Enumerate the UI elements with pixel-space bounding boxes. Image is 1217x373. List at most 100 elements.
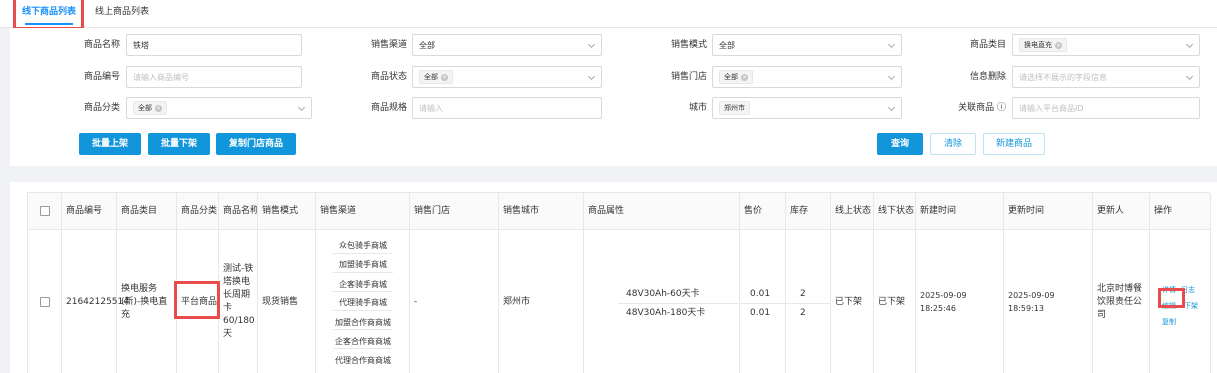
category-tag-label: 换电直充 [1024,41,1052,49]
channel-item: 企客合作商商城 [335,337,391,346]
label-product-code: 商品编号 [83,72,120,82]
chevron-down-icon [887,40,896,49]
attr-item: 48V30Ah-180天卡 [626,308,706,318]
header-classify: 商品分类 [177,193,219,230]
label-sales-store: 销售门店 [670,72,707,82]
sales-mode-value: 全部 [719,40,735,50]
product-classify-select[interactable]: 全部 × [126,97,312,119]
chevron-down-icon [887,103,896,112]
header-mode: 销售模式 [258,193,316,230]
copy-store-products-button[interactable]: 复制门店商品 [216,133,296,155]
cell-price: 0.01 0.01 [740,230,786,373]
cell-store: - [410,230,499,373]
tag-remove-icon[interactable]: × [155,104,162,112]
off-shelf-link[interactable]: 下架 [1184,300,1198,313]
sales-channel-value: 全部 [419,40,435,50]
attr-item: 48V30Ah-60天卡 [626,289,700,299]
price-item: 0.01 [750,289,771,299]
channel-item: 代理骑手商城 [339,298,387,307]
sales-channel-select[interactable]: 全部 [412,34,602,56]
query-button[interactable]: 查询 [877,133,923,155]
copy-link[interactable]: 复制 [1162,316,1176,329]
store-tag: 全部 × [719,70,753,84]
cell-stock: 2 2 [786,230,831,373]
highlight-box-classify [174,281,220,319]
channel-item: 代理合作商商城 [335,356,391,365]
cell-category: 换电服务(新)-换电直充 [117,230,177,373]
chevron-down-icon [587,40,596,49]
chevron-down-icon [1185,40,1194,49]
tab-online-products[interactable]: 线上商品列表 [95,4,149,26]
category-select[interactable]: 换电直充 × [1012,34,1200,56]
product-name-input[interactable]: 铁塔 [126,34,302,56]
info-delete-placeholder: 请选择不展示的字段信息 [1019,72,1107,82]
product-spec-input[interactable]: 请输入 [412,97,602,119]
cell-updated: 2025-09-09 18:59:13 [1004,230,1093,373]
tag-remove-icon[interactable]: × [1055,41,1062,49]
tag-remove-icon[interactable]: × [441,73,448,81]
info-delete-select[interactable]: 请选择不展示的字段信息 [1012,66,1200,88]
header-price: 售价 [740,193,786,230]
channel-divider [333,253,393,254]
sales-mode-select[interactable]: 全部 [712,34,902,56]
city-tag: 郑州市 [719,101,750,115]
channel-item: 众包骑手商城 [339,241,387,250]
product-table-panel: 商品编号 商品类目 商品分类 商品名称 销售模式 销售渠道 销售门店 销售城市 … [10,182,1217,373]
store-tag-label: 全部 [724,73,738,81]
header-updated: 更新时间 [1004,193,1093,230]
batch-on-shelf-button[interactable]: 批量上架 [79,133,141,155]
stock-item: 2 [800,289,806,299]
channel-item: 加盟骑手商城 [339,260,387,269]
attr-divider [618,303,738,304]
label-product-status: 商品状态 [370,72,407,82]
header-code: 商品编号 [62,193,117,230]
channel-item: 企客骑手商城 [339,280,387,289]
cell-updater: 北京时博餐饮限责任公司 [1093,230,1150,373]
classify-tag-label: 全部 [138,104,152,112]
related-product-input[interactable]: 请输入平台商品ID [1012,97,1200,119]
cell-city: 郑州市 [499,230,584,373]
channel-divider [333,291,393,292]
header-city: 销售城市 [499,193,584,230]
label-city: 城市 [688,103,707,113]
header-channel: 销售渠道 [316,193,410,230]
chevron-down-icon [297,103,306,112]
channel-divider [333,272,393,273]
cell-online-status: 已下架 [831,230,874,373]
category-tag: 换电直充 × [1019,38,1067,52]
status-tag: 全部 × [419,70,453,84]
row-select-cell [28,230,62,373]
clear-button[interactable]: 清除 [930,133,976,155]
stock-divider [786,303,831,304]
tag-remove-icon[interactable]: × [741,73,748,81]
select-all-checkbox[interactable] [39,206,50,216]
sales-store-select[interactable]: 全部 × [712,66,902,88]
product-status-select[interactable]: 全部 × [412,66,602,88]
price-divider [740,303,786,304]
stock-item: 2 [800,308,806,318]
cell-name: 测试-铁塔换电长周期卡60/180天 [219,230,258,373]
city-select[interactable]: 郑州市 [712,97,902,119]
label-product-classify: 商品分类 [83,103,120,113]
product-spec-placeholder: 请输入 [419,103,443,113]
related-product-placeholder: 请输入平台商品ID [1019,103,1084,113]
cell-channels: 众包骑手商城 加盟骑手商城 企客骑手商城 代理骑手商城 加盟合作商商城 企客合作… [316,230,410,373]
cell-mode: 现货销售 [258,230,316,373]
label-sales-mode: 销售模式 [670,40,707,50]
status-tag-label: 全部 [424,73,438,81]
city-tag-label: 郑州市 [724,104,745,112]
batch-off-shelf-button[interactable]: 批量下架 [148,133,210,155]
classify-tag: 全部 × [133,101,167,115]
channel-divider [333,348,393,349]
row-checkbox[interactable] [39,297,50,307]
header-select-all[interactable] [28,193,62,230]
product-code-input[interactable]: 请输入商品编号 [126,66,302,88]
cell-attrs: 48V30Ah-60天卡 48V30Ah-180天卡 [584,230,740,373]
new-product-button[interactable]: 新建商品 [983,133,1045,155]
header-created: 新建时间 [916,193,1004,230]
label-product-name: 商品名称 [83,40,120,50]
header-ops: 操作 [1150,193,1211,230]
label-product-spec: 商品规格 [370,103,407,113]
price-item: 0.01 [750,308,771,318]
header-attrs: 商品属性 [584,193,740,230]
